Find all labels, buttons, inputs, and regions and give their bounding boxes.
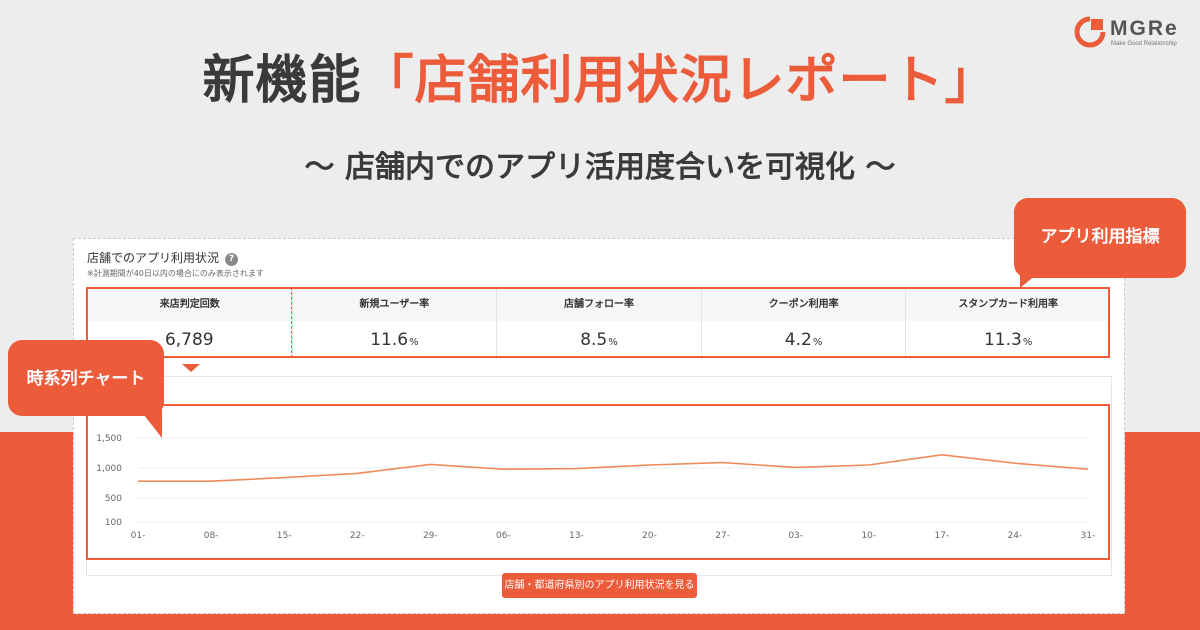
metrics-highlight-frame xyxy=(86,287,1110,358)
callout-time-series-tail xyxy=(140,410,162,438)
headline-prefix: 新機能 xyxy=(202,51,362,111)
page-subline: 〜 店舗内でのアプリ活用度合いを可視化 〜 xyxy=(304,150,896,185)
callout-app-metrics: アプリ利用指標 xyxy=(1014,198,1186,278)
callout-app-metrics-tail xyxy=(1020,270,1042,288)
headline-highlight: 「店舗利用状況レポート」 xyxy=(361,51,998,111)
help-icon[interactable]: ? xyxy=(225,253,239,266)
card-note: ※計測期間が40日以内の場合にのみ表示されます xyxy=(87,269,264,278)
page-headline: 新機能「店舗利用状況レポート」 xyxy=(0,38,1200,113)
selected-metric-pointer xyxy=(182,364,200,372)
callout-time-series: 時系列チャート xyxy=(8,340,164,416)
card-title: 店舗でのアプリ利用状況? xyxy=(87,249,239,266)
chart-highlight-frame xyxy=(86,404,1110,560)
view-store-prefecture-usage-button[interactable]: 店舗・都道府県別のアプリ利用状況を見る xyxy=(502,573,697,598)
card-title-text: 店舗でのアプリ利用状況 xyxy=(87,251,220,265)
